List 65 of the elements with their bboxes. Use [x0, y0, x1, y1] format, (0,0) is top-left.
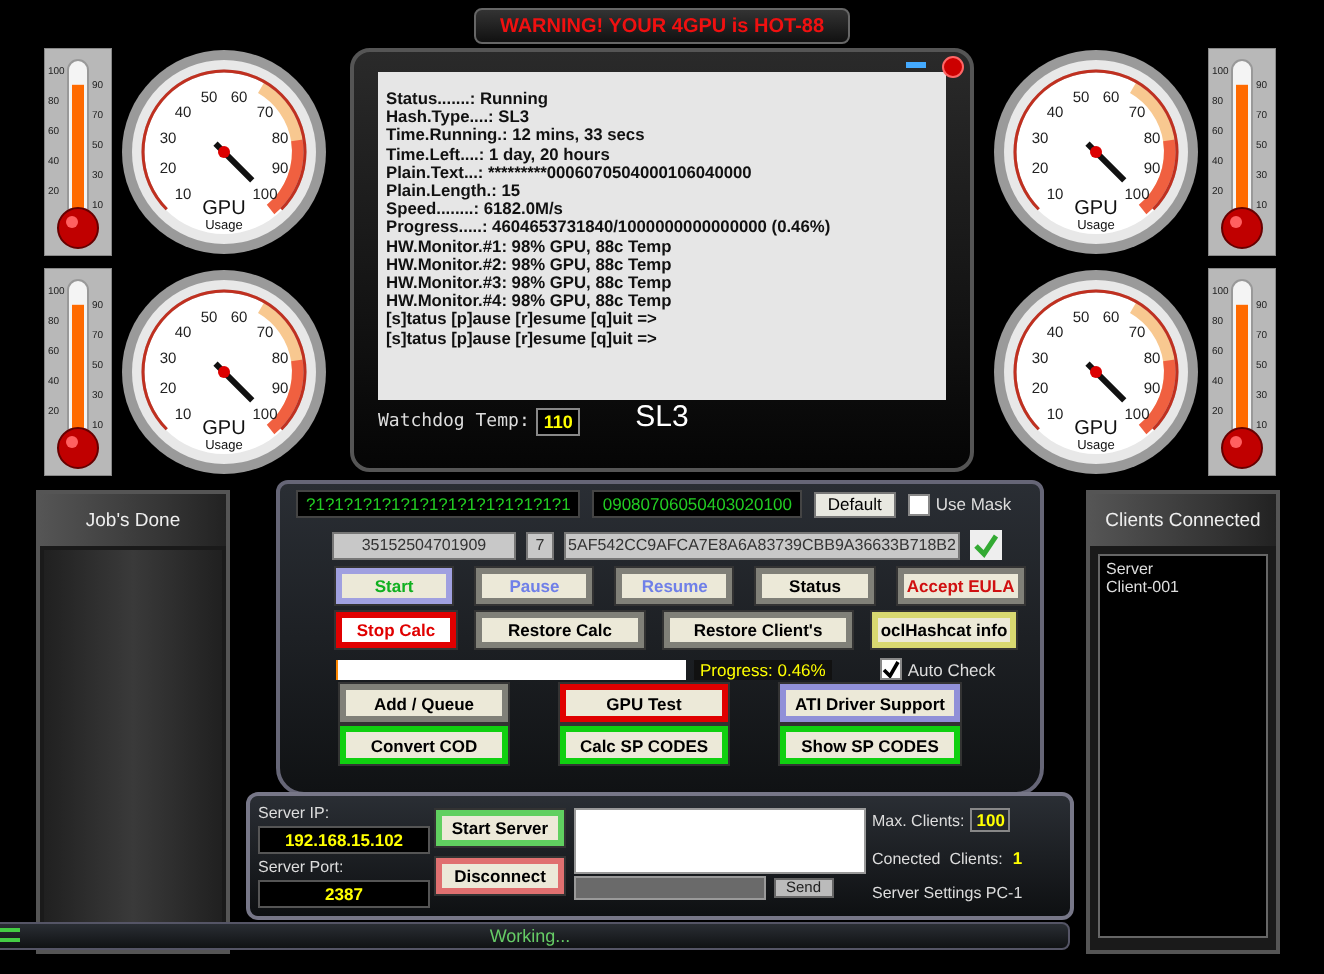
connected-clients-value: 1 — [1010, 848, 1025, 868]
gauge-needle — [213, 141, 255, 183]
tool-button[interactable]: ATI Driver Support — [780, 684, 960, 722]
client-item[interactable]: Server — [1106, 560, 1154, 578]
console-line: Plain.Length.: 15 — [386, 182, 523, 201]
action-button[interactable]: Status — [756, 568, 874, 604]
console-line: HW.Monitor.#4: 98% GPU, 88c Temp — [386, 292, 674, 311]
action-button[interactable]: Accept EULA — [897, 568, 1024, 604]
gauge-needle — [1085, 141, 1127, 183]
checkbox[interactable] — [907, 493, 930, 515]
monitor-brand: SL3 — [635, 400, 689, 434]
server-ip-value: 192.168.15.102 — [258, 826, 430, 854]
imei-field[interactable]: 35152504701909 — [332, 531, 516, 559]
warning-banner: WARNING! YOUR 4GPU is HOT-88 — [473, 8, 851, 44]
console-line: [s]tatus [p]ause [r]esume [q]uit => — [386, 329, 659, 348]
console-line: HW.Monitor.#2: 98% GPU, 88c Temp — [386, 255, 674, 275]
console-line: Progress.....: 4604653731840/1000000000000000 (0.46%) — [386, 218, 833, 238]
client-item[interactable]: Client-001 — [1106, 578, 1179, 596]
console-line: [s]tatus [p]ause [r]esume [q]uit => — [386, 310, 657, 330]
console-line: HW.Monitor.#1: 98% GPU, 88c Temp — [386, 237, 674, 256]
power-icon[interactable] — [942, 56, 964, 78]
server-port-value: 2387 — [258, 880, 430, 908]
action-button[interactable]: Stop Calc — [336, 612, 456, 648]
tool-button[interactable]: GPU Test — [560, 684, 728, 722]
action-button[interactable]: oclHashcat info — [872, 612, 1016, 648]
mask-field[interactable]: ?1?1?1?1?1?1?1?1?1?1?1?1?1?1 — [296, 490, 581, 518]
console-line: Speed........: 6182.0M/s — [386, 200, 565, 219]
indicator-light-icon — [906, 62, 926, 68]
menu-icon[interactable] — [0, 928, 20, 944]
console-line: Hash.Type....: SL3 — [386, 108, 530, 127]
tool-button[interactable]: Add / Queue — [340, 684, 508, 722]
digit-field[interactable]: 7 — [526, 531, 554, 559]
action-button[interactable]: Restore Calc — [476, 612, 644, 648]
default-button[interactable]: Default — [813, 491, 896, 517]
watchdog-value: 110 — [535, 408, 581, 436]
use-mask-label: Use Mask — [935, 494, 1012, 514]
action-button[interactable]: Restore Client's — [664, 612, 852, 648]
watchdog-label: Watchdog Temp: — [378, 412, 530, 432]
console-line: Plain.Text...: *********0006070504000106040000 — [386, 163, 754, 183]
server-port-label: Server Port: — [258, 858, 346, 876]
console-line: HW.Monitor.#3: 98% GPU, 88c Temp — [386, 274, 674, 293]
server-ip-label: Server IP: — [258, 804, 332, 822]
console-line: Time.Running.: 12 mins, 33 secs — [386, 126, 647, 146]
hash-field[interactable]: 5AF542CC9AFCA7E8A6A83739CBB9A36633B718B2 — [564, 531, 960, 559]
tool-button[interactable]: Show SP CODES — [780, 726, 960, 764]
status-text: Working... — [489, 926, 571, 946]
console-line: Status.......: Running — [386, 90, 550, 109]
max-clients-value: 100 — [970, 808, 1011, 832]
console-line: Time.Left....: 1 day, 20 hours — [386, 145, 612, 164]
auto-check-label: Auto Check — [907, 659, 996, 679]
tool-button[interactable]: Convert COD — [340, 726, 508, 764]
tool-button[interactable]: Calc SP CODES — [560, 726, 728, 764]
panel-title: Clients Connected — [1090, 494, 1276, 546]
max-clients-label: Max. Clients: — [872, 811, 965, 829]
disconnect-button[interactable]: Disconnect — [436, 858, 564, 894]
progress-text: Progress: 0.46% — [694, 659, 832, 679]
panel-title: Job's Done — [40, 494, 226, 546]
charset-field[interactable]: 09080706050403020100 — [592, 490, 802, 518]
start-server-button[interactable]: Start Server — [436, 810, 564, 846]
gauge-needle — [1085, 361, 1127, 403]
message-field[interactable] — [574, 876, 766, 900]
server-settings-label: Server Settings PC-1 — [872, 884, 1025, 902]
connected-clients-label: Conected Clients: — [872, 849, 1003, 867]
gauge-needle — [213, 361, 255, 403]
checkbox[interactable] — [879, 658, 902, 680]
